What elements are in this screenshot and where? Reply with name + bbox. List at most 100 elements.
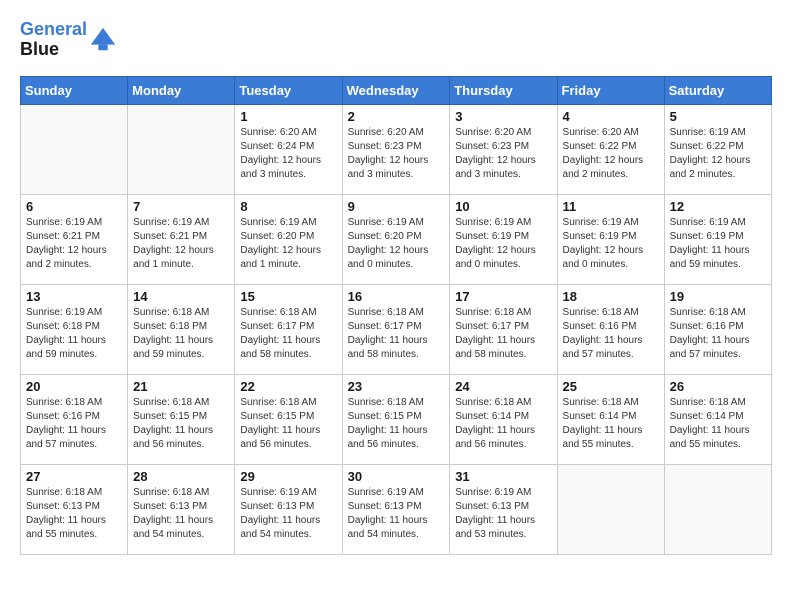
day-of-week-header: Friday	[557, 76, 664, 104]
day-number: 23	[348, 379, 445, 394]
day-number: 21	[133, 379, 229, 394]
day-number: 19	[670, 289, 766, 304]
day-info: Sunrise: 6:20 AM Sunset: 6:24 PM Dayligh…	[240, 126, 336, 182]
day-of-week-header: Monday	[128, 76, 235, 104]
day-number: 2	[348, 109, 445, 124]
calendar-day-cell: 14 Sunrise: 6:18 AM Sunset: 6:18 PM Dayli…	[128, 284, 235, 374]
calendar-day-cell: 3 Sunrise: 6:20 AM Sunset: 6:23 PM Daylig…	[450, 104, 557, 194]
day-info: Sunrise: 6:18 AM Sunset: 6:14 PM Dayligh…	[455, 396, 551, 452]
day-info: Sunrise: 6:19 AM Sunset: 6:18 PM Dayligh…	[26, 306, 122, 362]
calendar-day-cell: 5 Sunrise: 6:19 AM Sunset: 6:22 PM Daylig…	[664, 104, 771, 194]
day-number: 14	[133, 289, 229, 304]
day-number: 12	[670, 199, 766, 214]
day-number: 3	[455, 109, 551, 124]
day-number: 16	[348, 289, 445, 304]
day-info: Sunrise: 6:20 AM Sunset: 6:23 PM Dayligh…	[455, 126, 551, 182]
calendar-day-cell: 29Sunrise: 6:19 AM Sunset: 6:13 PM Dayli…	[235, 464, 342, 554]
day-number: 9	[348, 199, 445, 214]
calendar-body: 1 Sunrise: 6:20 AM Sunset: 6:24 PM Daylig…	[21, 104, 772, 554]
day-number: 24	[455, 379, 551, 394]
day-info: Sunrise: 6:19 AM Sunset: 6:19 PM Dayligh…	[670, 216, 766, 272]
week-row-3: 13 Sunrise: 6:19 AM Sunset: 6:18 PM Dayli…	[21, 284, 772, 374]
day-info: Sunrise: 6:18 AM Sunset: 6:17 PM Dayligh…	[455, 306, 551, 362]
day-number: 30	[348, 469, 445, 484]
calendar-day-cell: 20 Sunrise: 6:18 AM Sunset: 6:16 PM Dayli…	[21, 374, 128, 464]
day-info: Sunrise: 6:18 AM Sunset: 6:17 PM Dayligh…	[348, 306, 445, 362]
day-number: 5	[670, 109, 766, 124]
day-number: 22	[240, 379, 336, 394]
day-info: Sunrise: 6:18 AM Sunset: 6:15 PM Dayligh…	[348, 396, 445, 452]
calendar-day-cell: 25 Sunrise: 6:18 AM Sunset: 6:14 PM Dayli…	[557, 374, 664, 464]
day-number: 26	[670, 379, 766, 394]
day-number: 10	[455, 199, 551, 214]
day-of-week-header: Sunday	[21, 76, 128, 104]
calendar-day-cell: 31Sunrise: 6:19 AM Sunset: 6:13 PM Dayli…	[450, 464, 557, 554]
calendar-day-cell: 16 Sunrise: 6:18 AM Sunset: 6:17 PM Dayli…	[342, 284, 450, 374]
day-info: Sunrise: 6:18 AM Sunset: 6:16 PM Dayligh…	[563, 306, 659, 362]
day-info: Sunrise: 6:18 AM Sunset: 6:13 PM Dayligh…	[133, 486, 229, 542]
calendar-day-cell: 12 Sunrise: 6:19 AM Sunset: 6:19 PM Dayli…	[664, 194, 771, 284]
day-of-week-header: Wednesday	[342, 76, 450, 104]
week-row-2: 6 Sunrise: 6:19 AM Sunset: 6:21 PM Daylig…	[21, 194, 772, 284]
day-info: Sunrise: 6:18 AM Sunset: 6:14 PM Dayligh…	[563, 396, 659, 452]
week-row-5: 27 Sunrise: 6:18 AM Sunset: 6:13 PM Dayli…	[21, 464, 772, 554]
day-info: Sunrise: 6:18 AM Sunset: 6:14 PM Dayligh…	[670, 396, 766, 452]
week-row-4: 20 Sunrise: 6:18 AM Sunset: 6:16 PM Dayli…	[21, 374, 772, 464]
day-number: 8	[240, 199, 336, 214]
calendar-day-cell: 27 Sunrise: 6:18 AM Sunset: 6:13 PM Dayli…	[21, 464, 128, 554]
day-number: 11	[563, 199, 659, 214]
day-of-week-header: Thursday	[450, 76, 557, 104]
calendar-day-cell: 28 Sunrise: 6:18 AM Sunset: 6:13 PM Dayli…	[128, 464, 235, 554]
day-info: Sunrise: 6:19 AM Sunset: 6:19 PM Dayligh…	[455, 216, 551, 272]
day-number: 20	[26, 379, 122, 394]
calendar-day-cell: 2 Sunrise: 6:20 AM Sunset: 6:23 PM Daylig…	[342, 104, 450, 194]
logo-text: GeneralBlue	[20, 20, 87, 60]
calendar-day-cell: 23 Sunrise: 6:18 AM Sunset: 6:15 PM Dayli…	[342, 374, 450, 464]
day-info: Sunrise: 6:19 AM Sunset: 6:21 PM Dayligh…	[133, 216, 229, 272]
day-info: Sunrise: 6:19 AM Sunset: 6:22 PM Dayligh…	[670, 126, 766, 182]
day-number: 25	[563, 379, 659, 394]
day-info: Sunrise: 6:20 AM Sunset: 6:23 PM Dayligh…	[348, 126, 445, 182]
calendar-day-cell: 13 Sunrise: 6:19 AM Sunset: 6:18 PM Dayli…	[21, 284, 128, 374]
calendar-day-cell: 1 Sunrise: 6:20 AM Sunset: 6:24 PM Daylig…	[235, 104, 342, 194]
day-info: Sunrise: 6:18 AM Sunset: 6:16 PM Dayligh…	[670, 306, 766, 362]
day-number: 18	[563, 289, 659, 304]
calendar-day-cell: 30 Sunrise: 6:19 AM Sunset: 6:13 PM Dayli…	[342, 464, 450, 554]
day-number: 27	[26, 469, 122, 484]
week-row-1: 1 Sunrise: 6:20 AM Sunset: 6:24 PM Daylig…	[21, 104, 772, 194]
calendar-day-cell	[21, 104, 128, 194]
day-info: Sunrise: 6:19 AM Sunset: 6:20 PM Dayligh…	[348, 216, 445, 272]
calendar-header-row: SundayMondayTuesdayWednesdayThursdayFrid…	[21, 76, 772, 104]
day-info: Sunrise: 6:18 AM Sunset: 6:15 PM Dayligh…	[240, 396, 336, 452]
calendar-day-cell: 7 Sunrise: 6:19 AM Sunset: 6:21 PM Daylig…	[128, 194, 235, 284]
day-number: 1	[240, 109, 336, 124]
day-info: Sunrise: 6:19 AM Sunset: 6:13 PM Dayligh…	[348, 486, 445, 542]
calendar-day-cell: 21 Sunrise: 6:18 AM Sunset: 6:15 PM Dayli…	[128, 374, 235, 464]
day-number: 7	[133, 199, 229, 214]
day-of-week-header: Saturday	[664, 76, 771, 104]
day-info: Sunrise: 6:18 AM Sunset: 6:15 PM Dayligh…	[133, 396, 229, 452]
calendar-day-cell: 9 Sunrise: 6:19 AM Sunset: 6:20 PM Daylig…	[342, 194, 450, 284]
day-info: Sunrise: 6:19 AM Sunset: 6:21 PM Dayligh…	[26, 216, 122, 272]
day-info: Sunrise: 6:19 AM Sunset: 6:13 PM Dayligh…	[240, 486, 336, 542]
day-number: 6	[26, 199, 122, 214]
day-info: Sunrise: 6:20 AM Sunset: 6:22 PM Dayligh…	[563, 126, 659, 182]
day-info: Sunrise: 6:18 AM Sunset: 6:13 PM Dayligh…	[26, 486, 122, 542]
day-number: 28	[133, 469, 229, 484]
calendar-table: SundayMondayTuesdayWednesdayThursdayFrid…	[20, 76, 772, 555]
day-info: Sunrise: 6:18 AM Sunset: 6:16 PM Dayligh…	[26, 396, 122, 452]
day-number: 13	[26, 289, 122, 304]
calendar-day-cell: 15 Sunrise: 6:18 AM Sunset: 6:17 PM Dayli…	[235, 284, 342, 374]
day-number: 17	[455, 289, 551, 304]
calendar-day-cell: 8Sunrise: 6:19 AM Sunset: 6:20 PM Daylig…	[235, 194, 342, 284]
calendar-day-cell: 18 Sunrise: 6:18 AM Sunset: 6:16 PM Dayli…	[557, 284, 664, 374]
calendar-day-cell: 22 Sunrise: 6:18 AM Sunset: 6:15 PM Dayli…	[235, 374, 342, 464]
day-number: 4	[563, 109, 659, 124]
logo: GeneralBlue	[20, 20, 117, 60]
calendar-day-cell	[664, 464, 771, 554]
day-info: Sunrise: 6:18 AM Sunset: 6:18 PM Dayligh…	[133, 306, 229, 362]
day-number: 15	[240, 289, 336, 304]
calendar-day-cell	[128, 104, 235, 194]
day-info: Sunrise: 6:18 AM Sunset: 6:17 PM Dayligh…	[240, 306, 336, 362]
calendar-day-cell: 19 Sunrise: 6:18 AM Sunset: 6:16 PM Dayli…	[664, 284, 771, 374]
